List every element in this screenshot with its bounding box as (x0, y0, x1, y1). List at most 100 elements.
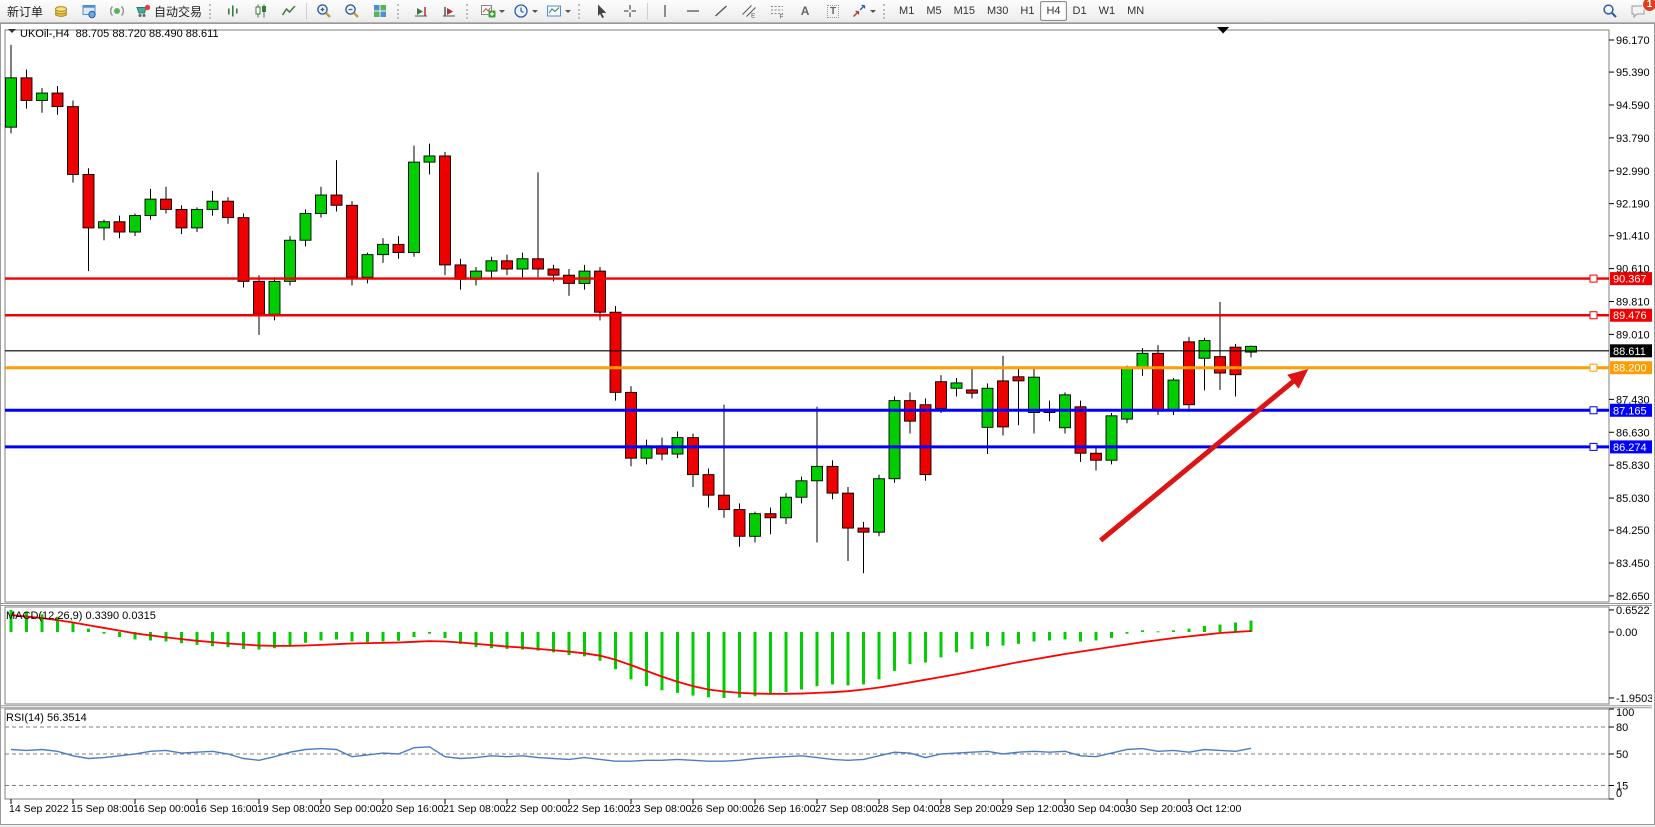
price-tick-label: 84.250 (1616, 525, 1650, 537)
toolbar-grip (578, 4, 584, 19)
candle (176, 209, 187, 228)
candle (409, 162, 420, 252)
zoom-out-button[interactable] (338, 0, 366, 22)
candle (21, 78, 32, 101)
autotrade-label: 自动交易 (154, 3, 202, 20)
crosshair-icon (622, 3, 638, 19)
candle (595, 271, 606, 312)
price-tick-label: 92.190 (1616, 199, 1650, 211)
new-order-button[interactable]: 新订单 (3, 0, 47, 22)
zoom-in-button[interactable] (310, 0, 338, 22)
price-tick-label: 86.630 (1616, 427, 1650, 439)
tab-timeframe-mn[interactable]: MN (1121, 1, 1150, 21)
hline-handle (1590, 364, 1597, 371)
line-chart-button[interactable] (275, 0, 303, 22)
fibonacci-tool-button[interactable]: F (763, 0, 791, 22)
price-tick-label: 83.450 (1616, 558, 1650, 570)
candle (207, 201, 218, 209)
candle (982, 388, 993, 427)
toolbar-separator (306, 3, 307, 20)
template-icon (546, 3, 562, 19)
toolbar-grip (209, 4, 215, 19)
chart-menu-arrow-icon[interactable] (8, 29, 16, 37)
price-chart-canvas[interactable]: 90.36789.47688.61188.20087.16586.27496.1… (1, 24, 1652, 822)
candle (1029, 377, 1040, 412)
new-order-label: 新订单 (7, 3, 43, 20)
horizontal-line-tool-button[interactable] (679, 0, 707, 22)
candle (548, 269, 559, 275)
arrows-tool-button[interactable] (847, 0, 880, 22)
clock-icon (513, 3, 529, 19)
label-tool-button[interactable]: T (819, 0, 847, 22)
time-tick-label: 20 Sep 00:00 (319, 803, 382, 815)
hline-handle (1590, 275, 1597, 282)
time-tick-label: 22 Sep 16:00 (567, 803, 630, 815)
search-button[interactable] (1596, 0, 1624, 22)
market-watch-button[interactable] (47, 0, 75, 22)
time-axis[interactable]: 14 Sep 202215 Sep 08:0016 Sep 00:0016 Se… (9, 799, 1241, 815)
line-chart-icon (281, 3, 297, 19)
chart-window[interactable]: UKOil-,H4 88.705 88.720 88.490 88.611 MA… (0, 23, 1655, 825)
candle (951, 383, 962, 388)
tab-timeframe-m15[interactable]: M15 (948, 1, 981, 21)
time-tick-label: 26 Sep 00:00 (691, 803, 754, 815)
candle (378, 244, 389, 254)
chart-shift-button[interactable] (435, 0, 463, 22)
candle (936, 382, 947, 409)
bar-chart-button[interactable] (219, 0, 247, 22)
hline-handle (1590, 312, 1597, 319)
macd-indicator-label: MACD(12,26,9) 0.3390 0.0315 (6, 610, 156, 622)
tab-timeframe-d1[interactable]: D1 (1067, 1, 1093, 21)
cursor-tool-button[interactable] (588, 0, 616, 22)
candle (703, 475, 714, 496)
candle (1215, 357, 1226, 373)
auto-scroll-button[interactable] (407, 0, 435, 22)
autotrade-button[interactable]: 自动交易 (131, 0, 206, 22)
candle (455, 265, 466, 279)
candle (1199, 341, 1210, 359)
candle (161, 199, 172, 209)
crosshair-tool-button[interactable] (616, 0, 644, 22)
data-window-button[interactable] (75, 0, 103, 22)
timeframe-label: D1 (1073, 5, 1087, 17)
time-tick-label: 30 Sep 04:00 (1063, 803, 1126, 815)
candle (827, 466, 838, 493)
candle (502, 261, 513, 269)
tab-timeframe-w1[interactable]: W1 (1093, 1, 1122, 21)
timeframe-label: M5 (926, 5, 941, 17)
add-indicator-button[interactable] (476, 0, 509, 22)
time-tick-label: 26 Sep 16:00 (753, 803, 816, 815)
time-tick-label: 15 Sep 08:00 (71, 803, 134, 815)
svg-text:50: 50 (1616, 749, 1628, 761)
tab-timeframe-h1[interactable]: H1 (1014, 1, 1040, 21)
notifications-button[interactable]: 1 (1624, 0, 1652, 22)
vertical-line-icon (657, 3, 673, 19)
trendline-tool-button[interactable] (707, 0, 735, 22)
text-tool-button[interactable]: A (791, 0, 819, 22)
bar-chart-icon (225, 3, 241, 19)
price-badge-label: 89.476 (1613, 310, 1647, 322)
toolbar-separator (647, 3, 648, 20)
candle (796, 481, 807, 497)
time-tick-label: 29 Sep 12:00 (1001, 803, 1064, 815)
dropdown-caret-icon (565, 10, 571, 16)
candle (424, 156, 435, 162)
candle (812, 466, 823, 480)
time-tick-label: 3 Oct 12:00 (1187, 803, 1241, 815)
candle (688, 438, 699, 475)
tab-timeframe-m5[interactable]: M5 (920, 1, 947, 21)
candlestick-chart-button[interactable] (247, 0, 275, 22)
tab-timeframe-h4[interactable]: H4 (1040, 1, 1066, 21)
channel-tool-button[interactable]: E (735, 0, 763, 22)
vertical-line-tool-button[interactable] (651, 0, 679, 22)
candle (889, 401, 900, 479)
candle (750, 514, 761, 537)
signals-button[interactable] (103, 0, 131, 22)
tab-timeframe-m30[interactable]: M30 (981, 1, 1014, 21)
price-tick-label: 90.610 (1616, 264, 1650, 276)
timeframe-label: M1 (899, 5, 914, 17)
period-button[interactable] (509, 0, 542, 22)
tab-timeframe-m1[interactable]: M1 (893, 1, 920, 21)
tile-windows-button[interactable] (366, 0, 394, 22)
template-button[interactable] (542, 0, 575, 22)
